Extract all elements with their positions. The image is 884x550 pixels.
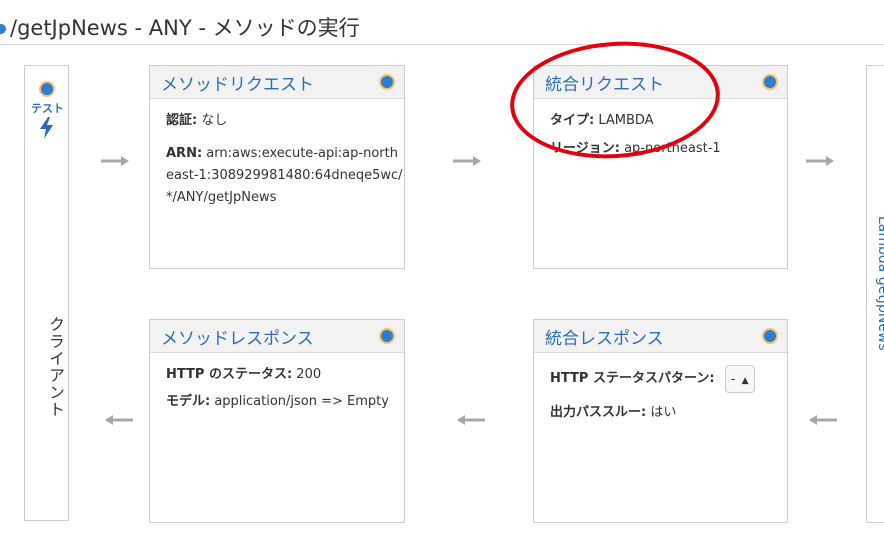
integration-response-card: 統合レスポンス HTTP ステータスパターン: - ▲ 出力パススルー: はい xyxy=(533,319,788,523)
lambda-link[interactable]: Lambda getJpNews xyxy=(875,216,884,351)
arrow-left-icon xyxy=(807,410,837,432)
auth-row: 認証: なし xyxy=(166,110,404,132)
status-pattern-row: HTTP ステータスパターン: - ▲ xyxy=(550,364,787,394)
test-link[interactable]: テスト xyxy=(25,100,70,116)
client-status-dot-icon xyxy=(39,81,55,97)
http-status-row: HTTP のステータス: 200 xyxy=(166,364,404,386)
auth-label: 認証: xyxy=(166,113,198,128)
method-response-title[interactable]: メソッドレスポンス xyxy=(161,324,314,349)
card-header: 統合レスポンス xyxy=(534,320,787,353)
arrow-right-icon xyxy=(806,151,836,173)
auth-value: なし xyxy=(197,113,228,128)
status-dot-icon xyxy=(0,24,6,34)
passthrough-value: はい xyxy=(646,405,677,420)
card-body: HTTP ステータスパターン: - ▲ 出力パススルー: はい xyxy=(550,364,787,435)
http-status-label: HTTP のステータス: xyxy=(166,367,293,382)
status-pattern-select[interactable]: - ▲ xyxy=(724,364,755,393)
page-title: /getJpNews - ANY - メソッドの実行 xyxy=(0,14,884,45)
method-response-card: メソッドレスポンス HTTP のステータス: 200 モデル: applicat… xyxy=(149,319,405,523)
method-request-title[interactable]: メソッドリクエスト xyxy=(161,70,314,95)
status-pattern-label: HTTP ステータスパターン: xyxy=(550,371,715,386)
passthrough-row: 出力パススルー: はい xyxy=(550,402,787,424)
card-header: メソッドレスポンス xyxy=(150,320,404,353)
status-dot-icon xyxy=(379,74,395,90)
passthrough-label: 出力パススルー: xyxy=(550,405,647,420)
client-panel: テスト クライアント xyxy=(24,65,69,521)
status-pattern-value: - xyxy=(730,371,736,387)
integration-response-title[interactable]: 統合レスポンス xyxy=(545,324,664,349)
lightning-bolt-icon[interactable] xyxy=(38,117,56,142)
model-row: モデル: application/json => Empty xyxy=(166,391,404,413)
method-request-card: メソッドリクエスト 認証: なし ARN: arn:aws:execute-ap… xyxy=(149,65,405,269)
model-label: モデル: xyxy=(166,394,211,409)
page-title-text: /getJpNews - ANY - メソッドの実行 xyxy=(10,16,360,40)
card-header: メソッドリクエスト xyxy=(150,66,404,99)
model-value: application/json => Empty xyxy=(210,394,389,409)
http-status-value: 200 xyxy=(292,367,322,382)
arn-value: arn:aws:execute-api:ap-northeast-1:30892… xyxy=(166,146,403,205)
card-body: HTTP のステータス: 200 モデル: application/json =… xyxy=(166,364,404,424)
lambda-panel: Lambda getJpNews xyxy=(866,65,884,523)
select-arrows-icon: ▲ xyxy=(741,375,749,386)
arn-row: ARN: arn:aws:execute-api:ap-northeast-1:… xyxy=(166,143,404,209)
status-dot-icon xyxy=(379,328,395,344)
status-dot-icon xyxy=(762,74,778,90)
arrow-right-icon xyxy=(101,151,131,173)
client-label: クライアント xyxy=(46,316,65,418)
card-body: 認証: なし ARN: arn:aws:execute-api:ap-north… xyxy=(166,110,404,209)
arrow-left-icon xyxy=(455,410,485,432)
arrow-left-icon xyxy=(103,410,133,432)
arrow-right-icon xyxy=(453,151,483,173)
status-dot-icon xyxy=(762,328,778,344)
arn-label: ARN: xyxy=(166,146,203,161)
